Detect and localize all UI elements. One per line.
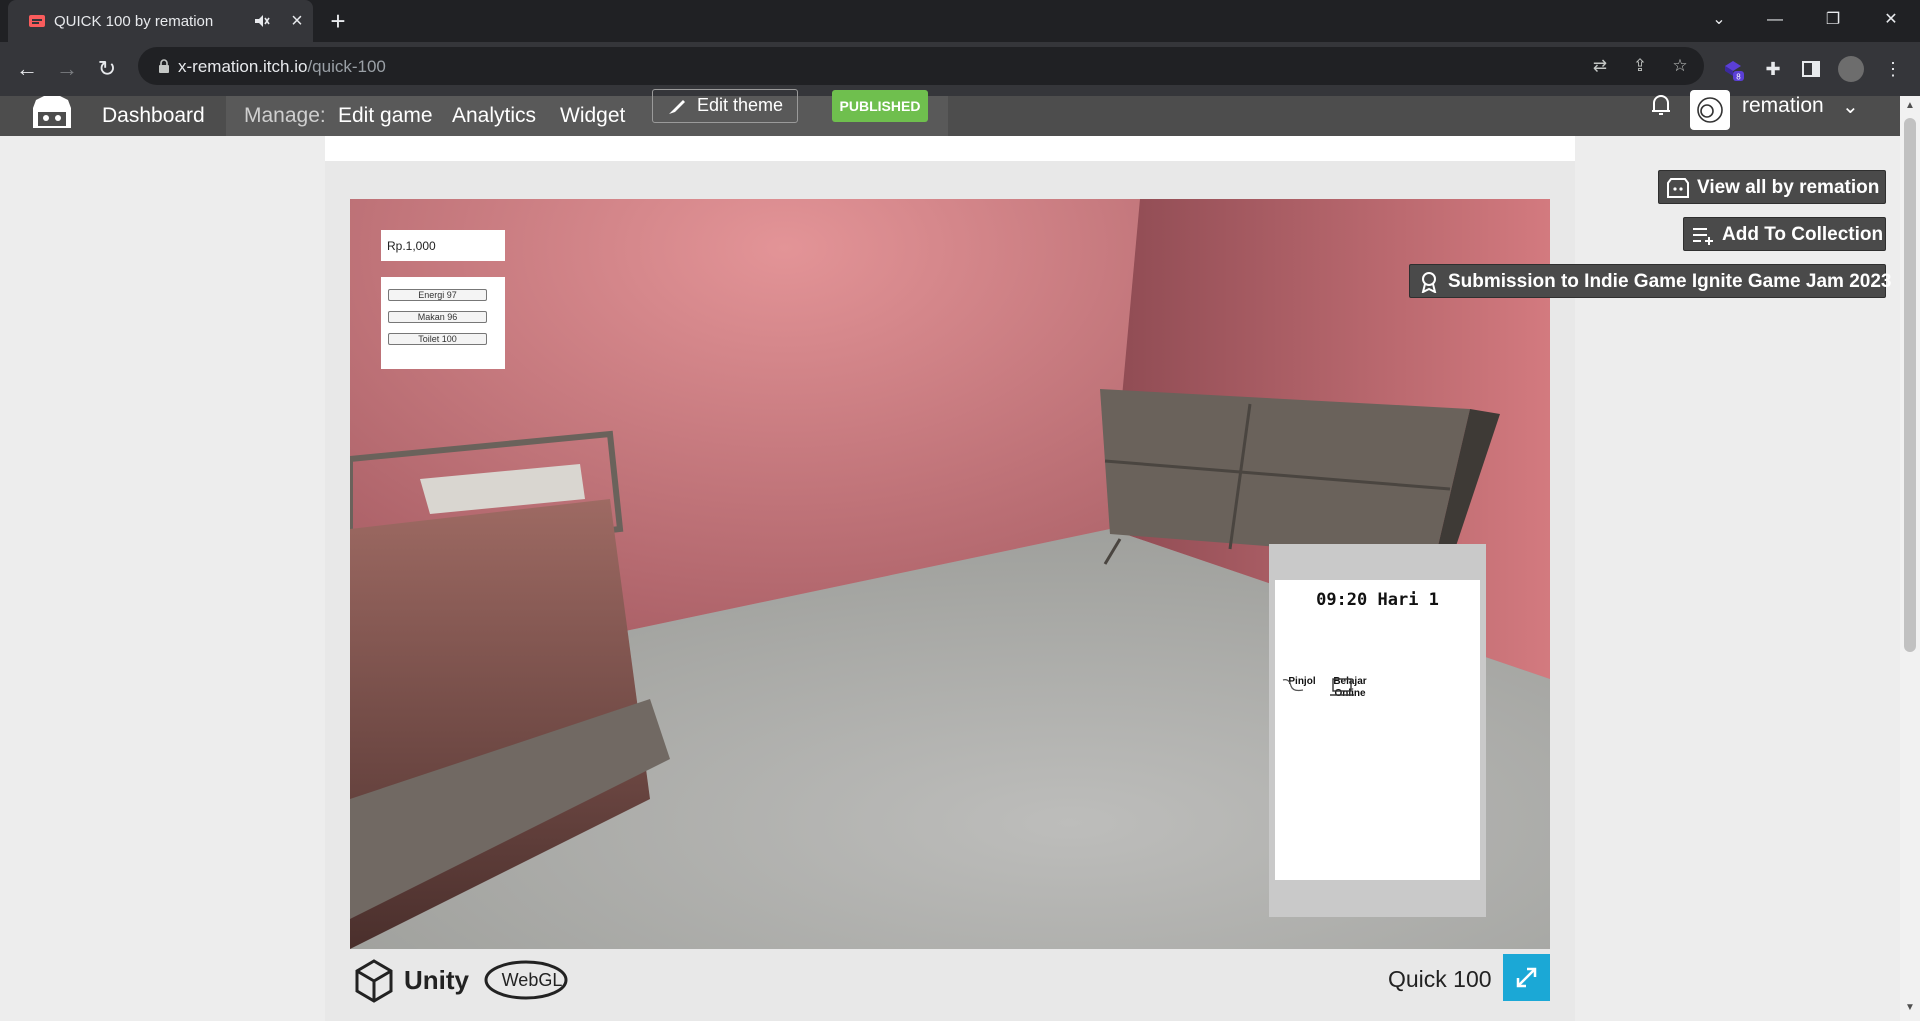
energy-bar: Energi 97	[388, 289, 487, 301]
reload-icon[interactable]: ↻	[92, 54, 122, 84]
webgl-label: WebGL	[502, 970, 563, 990]
extension-icon[interactable]: 8	[1720, 56, 1746, 82]
fullscreen-icon	[1516, 967, 1537, 988]
extensions-puzzle-icon[interactable]: ✚	[1760, 56, 1786, 82]
player-footer: Unity WebGL Quick 100	[350, 949, 1550, 1011]
close-window-icon[interactable]: ✕	[1864, 0, 1918, 42]
edit-theme-button[interactable]: Edit theme	[652, 89, 798, 123]
username-label[interactable]: remation	[1742, 94, 1824, 118]
online-learning-icon	[1330, 678, 1354, 696]
tab-search-icon[interactable]: ⌄	[1692, 0, 1746, 42]
game-canvas[interactable]: Rp.1,000 Energi 97 Makan 96 Toilet 100 0…	[350, 199, 1550, 949]
bookmark-star-icon[interactable]: ☆	[1670, 56, 1690, 76]
toilet-label: Toilet 100	[418, 334, 457, 344]
published-badge[interactable]: PUBLISHED	[832, 90, 928, 122]
unity-logo-icon	[355, 959, 393, 1003]
pinjol-icon	[1282, 679, 1304, 692]
close-tab-icon[interactable]: ×	[287, 11, 307, 31]
tab-title: QUICK 100 by remation	[54, 13, 214, 30]
toilet-bar: Toilet 100	[388, 333, 487, 345]
dashboard-link[interactable]: Dashboard	[102, 104, 205, 128]
phone-screen: 09:20 Hari 1 Pinjol Belajar Online	[1275, 580, 1480, 880]
add-to-collection-label: Add To Collection	[1722, 224, 1884, 245]
edit-game-link[interactable]: Edit game	[338, 104, 433, 128]
unity-label: Unity	[404, 965, 469, 995]
phone-device: 09:20 Hari 1 Pinjol Belajar Online	[1269, 544, 1486, 917]
food-bar: Makan 96	[388, 311, 487, 323]
minimize-icon[interactable]: —	[1748, 0, 1802, 42]
scroll-down-icon[interactable]: ▼	[1904, 1002, 1916, 1014]
user-avatar[interactable]	[1690, 90, 1730, 130]
scroll-up-icon[interactable]: ▲	[1904, 100, 1916, 112]
itch-logo-icon[interactable]	[30, 96, 74, 132]
share-icon[interactable]: ⇪	[1630, 56, 1650, 76]
webgl-logo: WebGL	[484, 960, 568, 1000]
widget-link[interactable]: Widget	[560, 104, 625, 128]
back-icon[interactable]: ←	[12, 54, 42, 84]
notification-bell-icon[interactable]	[1648, 92, 1674, 118]
jam-submission-label: Submission to Indie Game Ignite Game Jam…	[1448, 271, 1892, 292]
restore-icon[interactable]: ❐	[1806, 0, 1860, 42]
profile-avatar-icon[interactable]	[1838, 56, 1864, 82]
manage-label: Manage:	[244, 104, 326, 127]
game-title: Quick 100	[1388, 966, 1492, 992]
energy-label: Energi 97	[418, 290, 457, 300]
fullscreen-button[interactable]	[1503, 954, 1550, 1001]
jam-submission-button[interactable]: Submission to Indie Game Ignite Game Jam…	[1409, 264, 1891, 298]
app-belajar-online[interactable]: Belajar Online	[1327, 676, 1373, 700]
avatar-swirl-icon	[1697, 97, 1723, 123]
app-pinjol[interactable]: Pinjol	[1279, 676, 1325, 692]
lock-icon	[159, 59, 169, 73]
edit-theme-label: Edit theme	[697, 95, 784, 115]
view-all-button[interactable]: View all by remation	[1658, 170, 1886, 204]
mute-audio-icon[interactable]	[253, 12, 271, 30]
new-tab-icon[interactable]: +	[326, 8, 350, 34]
browser-tab[interactable]: QUICK 100 by remation ×	[8, 0, 313, 42]
itch-favicon-icon	[29, 15, 45, 27]
award-ribbon-icon	[1421, 272, 1437, 293]
scroll-thumb[interactable]	[1904, 118, 1916, 652]
brush-icon	[669, 100, 685, 114]
translate-icon[interactable]: ⇄	[1590, 56, 1610, 76]
phone-clock: 09:20 Hari 1	[1316, 590, 1439, 610]
money-display: Rp.1,000	[381, 230, 505, 261]
side-panel-icon[interactable]	[1798, 56, 1824, 82]
url-text: x-remation.itch.io/quick-100	[178, 57, 386, 76]
address-bar[interactable]: x-remation.itch.io/quick-100 ⇄ ⇪ ☆	[138, 47, 1704, 85]
itch-dashboard-header: Dashboard Manage: Edit game Analytics Wi…	[0, 96, 1920, 136]
analytics-link[interactable]: Analytics	[452, 104, 536, 128]
store-icon	[1667, 178, 1689, 198]
stats-panel: Energi 97 Makan 96 Toilet 100	[381, 277, 505, 369]
chevron-down-icon[interactable]: ⌄	[1842, 94, 1859, 119]
page-scrollbar[interactable]: ▲ ▼	[1900, 96, 1920, 1021]
add-to-collection-button[interactable]: Add To Collection	[1683, 217, 1886, 251]
extension-badge: 8	[1736, 73, 1741, 82]
page-top-strip	[325, 136, 1575, 161]
food-label: Makan 96	[417, 312, 458, 322]
forward-icon[interactable]: →	[52, 54, 82, 84]
view-all-label: View all by remation	[1697, 177, 1880, 198]
browser-toolbar: ← → ↻ x-remation.itch.io/quick-100 ⇄ ⇪ ☆…	[0, 42, 1920, 96]
add-list-icon	[1693, 228, 1713, 245]
browser-titlebar: QUICK 100 by remation × + ⌄ — ❐ ✕	[0, 0, 1920, 42]
chrome-menu-icon[interactable]: ⋮	[1880, 56, 1906, 82]
